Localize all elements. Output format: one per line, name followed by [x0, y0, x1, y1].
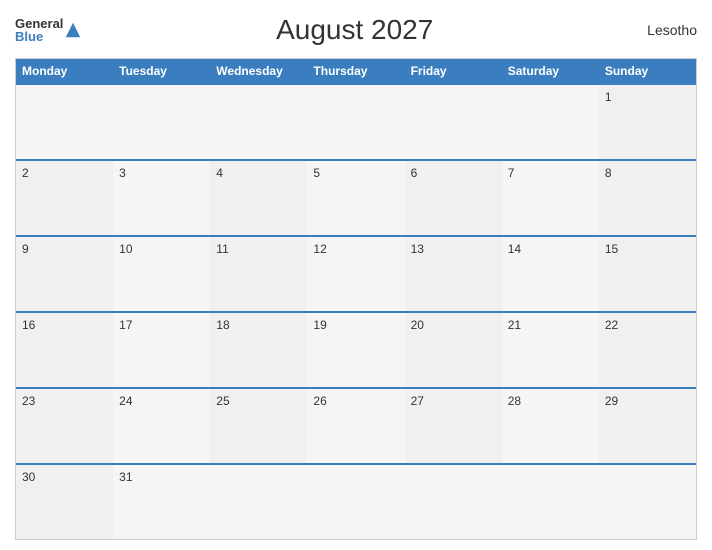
day-number: 7	[508, 166, 515, 180]
day-number: 20	[411, 318, 424, 332]
day-number: 2	[22, 166, 29, 180]
day-8: 8	[599, 161, 696, 235]
header-cell-tuesday: Tuesday	[113, 59, 210, 83]
day-number: 17	[119, 318, 132, 332]
header-cell-wednesday: Wednesday	[210, 59, 307, 83]
day-12: 12	[307, 237, 404, 311]
empty-cell	[502, 465, 599, 539]
calendar-page: General Blue August 2027 Lesotho MondayT…	[0, 0, 712, 550]
day-number: 4	[216, 166, 223, 180]
empty-cell	[113, 85, 210, 159]
day-number: 9	[22, 242, 29, 256]
day-number: 15	[605, 242, 618, 256]
day-number: 16	[22, 318, 35, 332]
calendar-header: MondayTuesdayWednesdayThursdayFridaySatu…	[16, 59, 696, 83]
day-13: 13	[405, 237, 502, 311]
empty-cell	[307, 465, 404, 539]
empty-cell	[210, 465, 307, 539]
day-number: 29	[605, 394, 618, 408]
week-row-1: 2 3 4 5 6 7 8	[16, 159, 696, 235]
day-number: 14	[508, 242, 521, 256]
day-19: 19	[307, 313, 404, 387]
empty-cell	[16, 85, 113, 159]
day-6: 6	[405, 161, 502, 235]
day-14: 14	[502, 237, 599, 311]
week-row-3: 16 17 18 19 20 21 22	[16, 311, 696, 387]
day-24: 24	[113, 389, 210, 463]
day-number: 23	[22, 394, 35, 408]
day-number: 13	[411, 242, 424, 256]
header-cell-sunday: Sunday	[599, 59, 696, 83]
day-21: 21	[502, 313, 599, 387]
day-number: 22	[605, 318, 618, 332]
day-4: 4	[210, 161, 307, 235]
header-cell-thursday: Thursday	[307, 59, 404, 83]
day-22: 22	[599, 313, 696, 387]
day-23: 23	[16, 389, 113, 463]
day-number: 27	[411, 394, 424, 408]
empty-cell	[599, 465, 696, 539]
empty-cell	[210, 85, 307, 159]
day-number: 18	[216, 318, 229, 332]
empty-cell	[502, 85, 599, 159]
header-cell-saturday: Saturday	[502, 59, 599, 83]
day-number: 30	[22, 470, 35, 484]
day-9: 9	[16, 237, 113, 311]
day-number: 19	[313, 318, 326, 332]
day-31: 31	[113, 465, 210, 539]
calendar-body: 1234567891011121314151617181920212223242…	[16, 83, 696, 539]
week-row-5: 30 31	[16, 463, 696, 539]
day-15: 15	[599, 237, 696, 311]
day-number: 21	[508, 318, 521, 332]
day-number: 3	[119, 166, 126, 180]
day-30: 30	[16, 465, 113, 539]
day-number: 6	[411, 166, 418, 180]
week-row-4: 23 24 25 26 27 28 29	[16, 387, 696, 463]
day-number: 8	[605, 166, 612, 180]
month-title: August 2027	[82, 14, 627, 46]
day-1: 1	[599, 85, 696, 159]
day-28: 28	[502, 389, 599, 463]
header: General Blue August 2027 Lesotho	[15, 10, 697, 50]
day-number: 5	[313, 166, 320, 180]
week-row-2: 9 10 11 12 13 14 15	[16, 235, 696, 311]
day-29: 29	[599, 389, 696, 463]
day-16: 16	[16, 313, 113, 387]
day-number: 26	[313, 394, 326, 408]
day-7: 7	[502, 161, 599, 235]
day-number: 28	[508, 394, 521, 408]
day-number: 1	[605, 90, 612, 104]
logo-blue: Blue	[15, 30, 63, 43]
header-cell-friday: Friday	[405, 59, 502, 83]
day-number: 24	[119, 394, 132, 408]
day-11: 11	[210, 237, 307, 311]
day-17: 17	[113, 313, 210, 387]
logo: General Blue	[15, 17, 82, 43]
day-10: 10	[113, 237, 210, 311]
day-25: 25	[210, 389, 307, 463]
day-3: 3	[113, 161, 210, 235]
logo-icon	[64, 21, 82, 39]
day-27: 27	[405, 389, 502, 463]
day-number: 10	[119, 242, 132, 256]
day-18: 18	[210, 313, 307, 387]
empty-cell	[405, 465, 502, 539]
day-number: 31	[119, 470, 132, 484]
calendar: MondayTuesdayWednesdayThursdayFridaySatu…	[15, 58, 697, 540]
day-number: 11	[216, 242, 228, 256]
day-number: 12	[313, 242, 326, 256]
header-cell-monday: Monday	[16, 59, 113, 83]
week-row-0: 1	[16, 83, 696, 159]
empty-cell	[405, 85, 502, 159]
day-20: 20	[405, 313, 502, 387]
day-5: 5	[307, 161, 404, 235]
day-2: 2	[16, 161, 113, 235]
day-26: 26	[307, 389, 404, 463]
country-label: Lesotho	[627, 22, 697, 38]
empty-cell	[307, 85, 404, 159]
day-number: 25	[216, 394, 229, 408]
